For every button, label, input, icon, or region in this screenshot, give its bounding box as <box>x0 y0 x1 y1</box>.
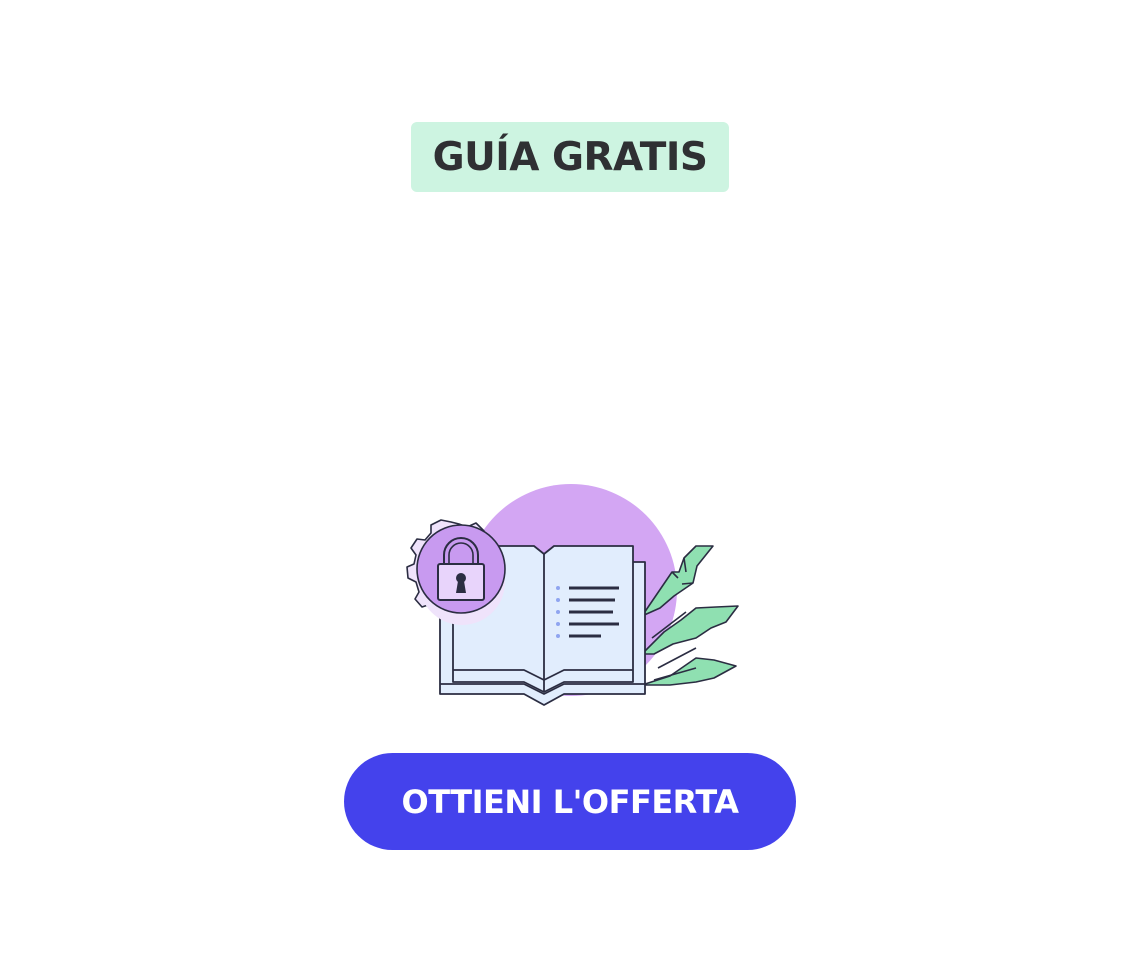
badge-label: GUÍA GRATIS <box>432 134 708 180</box>
free-guide-badge: GUÍA GRATIS <box>411 122 729 192</box>
promo-card: GUÍA GRATIS OTTIENI L'OFFERTA <box>0 0 1140 960</box>
guide-illustration <box>396 478 744 710</box>
get-offer-button-label: OTTIENI L'OFFERTA <box>401 782 739 821</box>
get-offer-button[interactable]: OTTIENI L'OFFERTA <box>344 753 796 850</box>
gear-lock-icon <box>406 519 506 625</box>
guide-illustration-svg <box>406 484 739 706</box>
